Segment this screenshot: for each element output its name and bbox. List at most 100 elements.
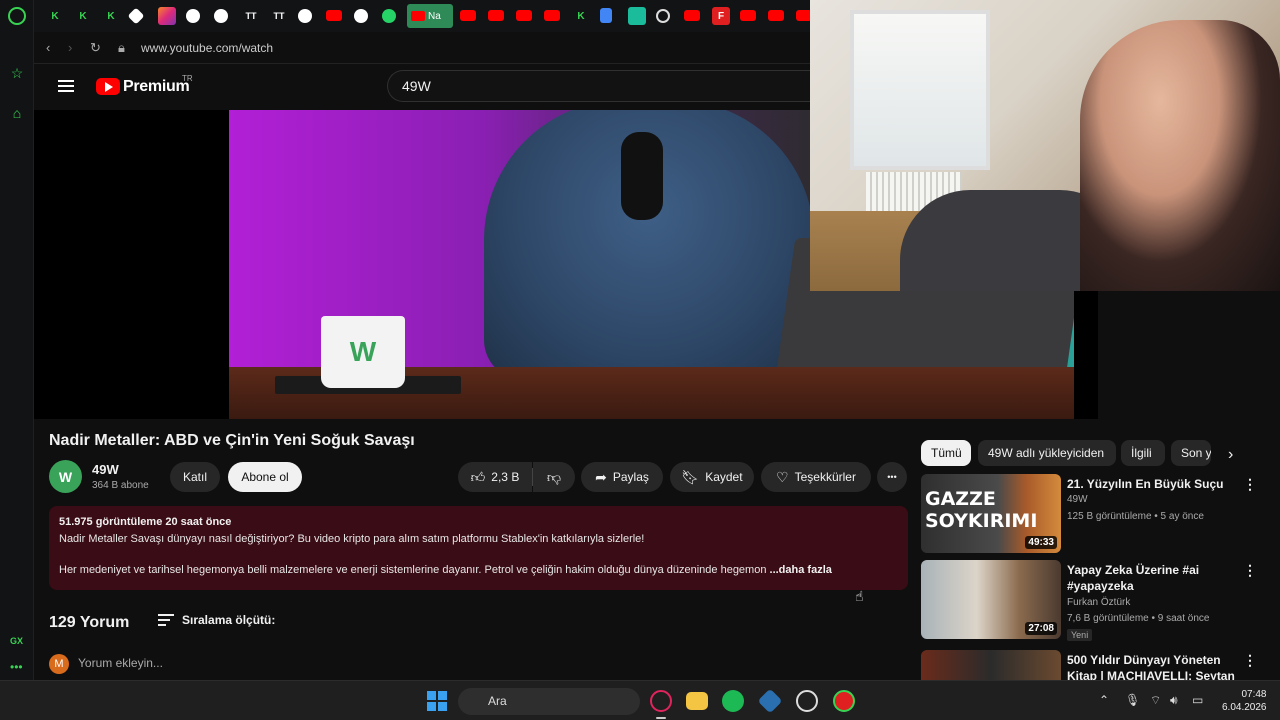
video-meta: 125 B görüntüleme • 5 ay önce <box>1067 511 1204 522</box>
search-input[interactable]: 49W <box>387 70 817 102</box>
volume-icon[interactable]: 🔊︎ <box>1170 693 1178 708</box>
tray-icon[interactable]: ⌂ <box>8 104 26 122</box>
recommendation-item[interactable]: 500 Yıldır Dünyayı Yöneten Kitap | MACHI… <box>921 650 1261 680</box>
obs-icon[interactable] <box>796 690 818 712</box>
join-button[interactable]: Katıl <box>170 462 220 492</box>
tab-tt-icon[interactable]: TT <box>242 7 260 25</box>
tab-github-icon[interactable] <box>656 9 670 23</box>
tab-google-icon[interactable] <box>186 9 200 23</box>
region-code: TR <box>182 74 193 83</box>
like-button[interactable]: 👍︎ 2,3 B <box>458 462 532 492</box>
tab-kick-icon[interactable]: K <box>74 7 92 25</box>
microphone-icon[interactable]: 🎙︎ <box>1125 693 1140 707</box>
channel-name[interactable]: 49W <box>1067 494 1088 505</box>
kebab-menu-icon[interactable]: ⋮ <box>1243 652 1257 669</box>
tab-active[interactable]: Na <box>407 4 453 28</box>
sort-button[interactable]: Sıralama ölçütü: <box>182 613 275 627</box>
tab-diamond-icon[interactable] <box>127 7 145 25</box>
chip-from-uploader[interactable]: 49W adlı yükleyiciden <box>978 440 1116 466</box>
video-thumbnail[interactable] <box>921 650 1061 680</box>
share-button[interactable]: ➦ Paylaş <box>581 462 663 492</box>
tab-youtube-icon[interactable] <box>768 10 784 21</box>
more-actions-button[interactable]: ••• <box>877 462 907 492</box>
opera-gx-icon[interactable] <box>650 690 672 712</box>
tab-google-icon[interactable] <box>298 9 312 23</box>
thanks-button[interactable]: ♡ Teşekkürler <box>761 462 871 492</box>
video-title[interactable]: 500 Yıldır Dünyayı Yöneten Kitap | MACHI… <box>1067 652 1243 680</box>
file-explorer-icon[interactable] <box>686 692 708 710</box>
tab-whatsapp-icon[interactable] <box>382 9 396 23</box>
tab-kick-icon[interactable]: K <box>572 7 590 25</box>
forward-icon[interactable]: › <box>68 40 72 55</box>
channel-name[interactable]: Furkan Öztürk <box>1067 597 1130 608</box>
save-button[interactable]: 🔖︎ Kaydet <box>670 462 754 492</box>
tab-youtube-icon[interactable] <box>684 10 700 21</box>
spotify-icon[interactable] <box>722 690 744 712</box>
view-count-and-date: 51.975 görüntüleme 20 saat önce <box>59 516 232 528</box>
url-field[interactable]: www.youtube.com/watch <box>141 41 273 55</box>
windows-start-icon[interactable] <box>427 691 447 711</box>
lock-icon: 🔒︎ <box>118 40 125 55</box>
opera-logo-icon[interactable] <box>8 7 26 25</box>
app-diamond-icon[interactable] <box>757 688 783 714</box>
show-more-link[interactable]: ...daha fazla <box>770 564 832 576</box>
chip-related[interactable]: İlgili <box>1121 440 1165 466</box>
chevron-right-icon[interactable]: › <box>1228 446 1233 464</box>
clock[interactable]: 07:48 6.04.2026 <box>1222 688 1267 714</box>
taskbar-search[interactable]: Ara <box>458 688 640 715</box>
tab-google-icon[interactable] <box>214 9 228 23</box>
youtube-logo-icon[interactable] <box>96 78 120 95</box>
tab-label: Na <box>428 10 441 22</box>
comment-input[interactable]: Yorum ekleyin... <box>78 656 163 670</box>
wifi-icon[interactable]: ⌔ <box>1150 693 1161 708</box>
tab-instagram-icon[interactable] <box>158 7 176 25</box>
chip-all[interactable]: Tümü <box>921 440 971 466</box>
gx-label[interactable]: GX <box>10 636 23 646</box>
video-title[interactable]: Yapay Zeka Üzerine #ai #yapayzeka <box>1067 562 1243 594</box>
menu-icon[interactable] <box>58 80 74 92</box>
tab-tt-icon[interactable]: TT <box>270 7 288 25</box>
dislike-button[interactable]: 👎︎ <box>533 462 575 492</box>
video-thumbnail[interactable]: GAZZE SOYKIRIMI 49:33 <box>921 474 1061 553</box>
star-icon[interactable]: ☆ <box>8 64 26 82</box>
tab-f-icon[interactable]: F <box>712 7 730 25</box>
youtube-icon <box>411 11 425 21</box>
tab-youtube-icon[interactable] <box>488 10 504 21</box>
tab-kick-icon[interactable]: K <box>46 7 64 25</box>
tab-youtube-icon[interactable] <box>740 10 756 21</box>
sidebar-more-icon[interactable]: ••• <box>10 660 23 674</box>
tab-kick-icon[interactable]: K <box>102 7 120 25</box>
recommendation-item[interactable]: GAZZE SOYKIRIMI 49:33 21. Yüzyılın En Bü… <box>921 474 1261 554</box>
tray-chevron-up-icon[interactable]: ⌃ <box>1099 693 1109 707</box>
channel-avatar[interactable]: W <box>49 460 82 493</box>
battery-icon[interactable]: ▭ <box>1192 693 1203 707</box>
premium-logo[interactable]: Premium <box>123 78 190 96</box>
microphone <box>621 132 663 220</box>
video-title[interactable]: 21. Yüzyılın En Büyük Suçu <box>1067 476 1243 492</box>
sort-icon[interactable] <box>158 614 174 626</box>
description-box[interactable]: 51.975 görüntüleme 20 saat önce Nadir Me… <box>49 506 908 590</box>
tab-youtube-icon[interactable] <box>516 10 532 21</box>
subscribe-button[interactable]: Abone ol <box>228 462 302 492</box>
channel-name[interactable]: 49W <box>92 462 119 477</box>
tab-youtube-icon[interactable] <box>326 10 342 21</box>
chip-recent[interactable]: Son y <box>1171 440 1211 466</box>
app-round-icon[interactable] <box>833 690 855 712</box>
reload-icon[interactable]: ↻ <box>90 40 101 56</box>
description-line-2: Her medeniyet ve tarihsel hegemonya bell… <box>59 564 898 576</box>
webcam-overlay <box>810 0 1280 291</box>
kebab-menu-icon[interactable]: ⋮ <box>1243 562 1257 579</box>
tab-youtube-icon[interactable] <box>460 10 476 21</box>
description-line-1: Nadir Metaller Savaşı dünyayı nasıl deği… <box>59 533 645 545</box>
tab-app-icon[interactable] <box>628 7 646 25</box>
video-thumbnail[interactable]: 27:08 <box>921 560 1061 639</box>
thumbs-up-icon: 👍︎ <box>470 468 486 485</box>
tab-youtube-icon[interactable] <box>544 10 560 21</box>
user-avatar: M <box>49 654 69 674</box>
recommendation-item[interactable]: 27:08 Yapay Zeka Üzerine #ai #yapayzeka … <box>921 560 1261 641</box>
description-text: Her medeniyet ve tarihsel hegemonya bell… <box>59 564 770 576</box>
tab-google-icon[interactable] <box>354 9 368 23</box>
tab-docs-icon[interactable] <box>600 8 612 23</box>
back-icon[interactable]: ‹ <box>46 40 50 55</box>
kebab-menu-icon[interactable]: ⋮ <box>1243 476 1257 493</box>
